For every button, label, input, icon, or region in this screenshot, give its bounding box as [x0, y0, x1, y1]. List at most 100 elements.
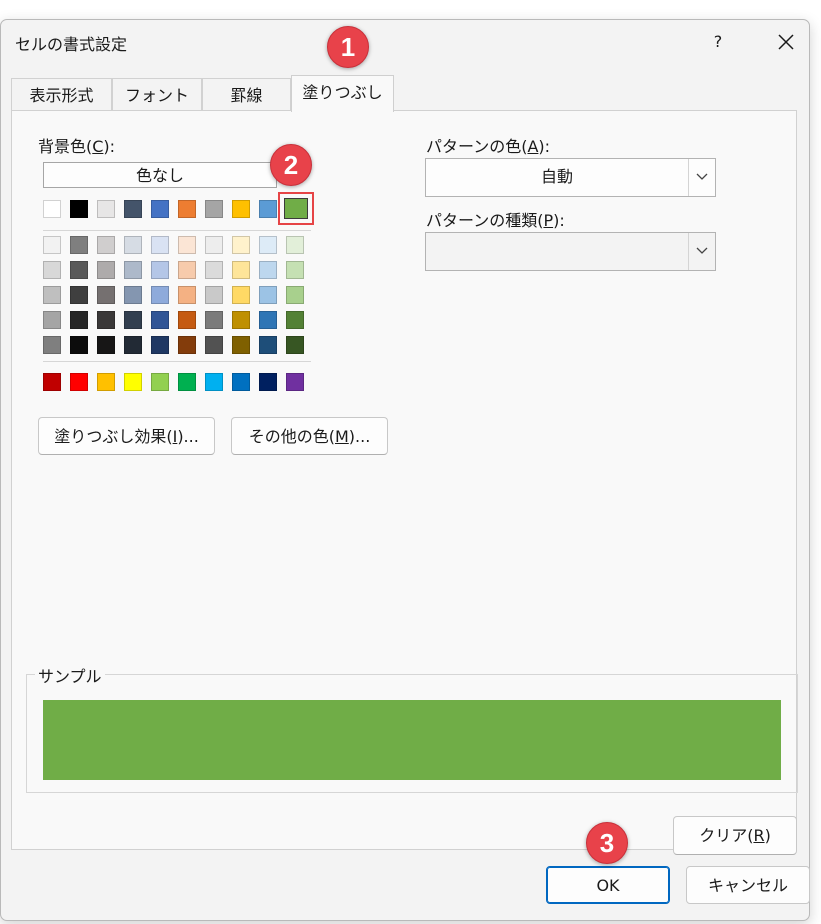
tab-number[interactable]: 表示形式 — [11, 78, 112, 111]
sample-label: サンプル — [35, 663, 105, 687]
color-swatch[interactable] — [178, 200, 196, 218]
color-swatch[interactable] — [124, 286, 142, 304]
color-swatch[interactable] — [124, 336, 142, 354]
pattern-color-value: 自動 — [540, 167, 573, 186]
dialog-title: セルの書式設定 — [15, 35, 128, 54]
color-swatch[interactable] — [286, 336, 304, 354]
color-swatch[interactable] — [43, 373, 61, 391]
tab-border[interactable]: 罫線 — [202, 78, 291, 111]
color-swatch[interactable] — [205, 261, 223, 279]
color-swatch[interactable] — [259, 236, 277, 254]
color-swatch[interactable] — [205, 373, 223, 391]
title-bar: セルの書式設定 ? — [1, 20, 809, 64]
pattern-style-label: パターンの種類(P): — [426, 211, 565, 230]
color-swatch[interactable] — [232, 373, 250, 391]
pattern-style-dropdown[interactable] — [425, 232, 716, 271]
color-swatch[interactable] — [286, 286, 304, 304]
no-color-button[interactable]: 色なし — [43, 162, 277, 188]
sample-group: サンプル — [26, 663, 798, 793]
color-swatch[interactable] — [259, 373, 277, 391]
color-swatch[interactable] — [124, 261, 142, 279]
color-swatch[interactable] — [151, 261, 169, 279]
color-swatch[interactable] — [259, 336, 277, 354]
color-swatch[interactable] — [151, 373, 169, 391]
color-swatch[interactable] — [97, 373, 115, 391]
fill-effects-button[interactable]: 塗りつぶし効果(I)... — [38, 417, 215, 455]
sample-preview — [43, 700, 781, 780]
color-swatch[interactable] — [178, 286, 196, 304]
color-swatch[interactable] — [124, 311, 142, 329]
chevron-down-icon[interactable] — [688, 233, 715, 270]
color-swatch[interactable] — [97, 311, 115, 329]
color-swatch[interactable] — [286, 311, 304, 329]
palette-divider — [43, 230, 311, 231]
color-swatch[interactable] — [70, 286, 88, 304]
tab-fill[interactable]: 塗りつぶし — [291, 75, 394, 112]
color-swatch[interactable] — [286, 261, 304, 279]
color-swatch[interactable] — [97, 200, 115, 218]
selected-swatch[interactable] — [284, 198, 308, 219]
color-swatch[interactable] — [205, 311, 223, 329]
help-icon[interactable]: ? — [704, 28, 732, 56]
color-swatch[interactable] — [43, 286, 61, 304]
color-swatch[interactable] — [70, 200, 88, 218]
color-swatch[interactable] — [97, 261, 115, 279]
color-swatch[interactable] — [205, 336, 223, 354]
chevron-down-icon[interactable] — [688, 159, 715, 196]
color-swatch[interactable] — [232, 236, 250, 254]
color-swatch[interactable] — [70, 311, 88, 329]
color-swatch[interactable] — [151, 286, 169, 304]
color-swatch[interactable] — [232, 286, 250, 304]
color-swatch[interactable] — [286, 236, 304, 254]
color-swatch[interactable] — [124, 236, 142, 254]
color-swatch[interactable] — [232, 311, 250, 329]
color-swatch[interactable] — [70, 236, 88, 254]
step-1-badge: 1 — [327, 26, 369, 68]
color-swatch[interactable] — [97, 336, 115, 354]
more-colors-button[interactable]: その他の色(M)... — [231, 417, 388, 455]
color-swatch[interactable] — [259, 200, 277, 218]
step-2-badge: 2 — [270, 144, 312, 186]
color-swatch[interactable] — [205, 236, 223, 254]
color-swatch[interactable] — [151, 311, 169, 329]
color-swatch[interactable] — [43, 311, 61, 329]
color-swatch[interactable] — [205, 200, 223, 218]
color-swatch[interactable] — [124, 200, 142, 218]
color-swatch[interactable] — [232, 261, 250, 279]
color-swatch[interactable] — [232, 200, 250, 218]
color-swatch[interactable] — [70, 261, 88, 279]
tab-font[interactable]: フォント — [112, 78, 202, 111]
color-swatch[interactable] — [151, 236, 169, 254]
color-swatch[interactable] — [151, 336, 169, 354]
color-swatch[interactable] — [70, 373, 88, 391]
palette-divider — [43, 361, 311, 362]
cancel-button[interactable]: キャンセル — [686, 866, 810, 904]
format-cells-dialog: セルの書式設定 ? 表示形式 フォント 罫線 塗りつぶし 背景色(C): 色なし… — [0, 19, 810, 921]
color-swatch[interactable] — [124, 373, 142, 391]
color-swatch[interactable] — [178, 261, 196, 279]
selected-swatch-highlight — [278, 192, 314, 225]
color-swatch[interactable] — [178, 336, 196, 354]
color-swatch[interactable] — [232, 336, 250, 354]
color-swatch[interactable] — [43, 261, 61, 279]
color-swatch[interactable] — [70, 336, 88, 354]
color-swatch[interactable] — [178, 236, 196, 254]
color-swatch[interactable] — [43, 236, 61, 254]
color-swatch[interactable] — [43, 200, 61, 218]
color-swatch[interactable] — [259, 261, 277, 279]
color-swatch[interactable] — [205, 286, 223, 304]
color-swatch[interactable] — [43, 336, 61, 354]
background-color-label: 背景色(C): — [38, 137, 116, 156]
clear-button[interactable]: クリア(R) — [673, 816, 797, 855]
color-swatch[interactable] — [97, 236, 115, 254]
color-swatch[interactable] — [97, 286, 115, 304]
color-swatch[interactable] — [151, 200, 169, 218]
color-swatch[interactable] — [286, 373, 304, 391]
pattern-color-dropdown[interactable]: 自動 — [425, 158, 716, 197]
color-swatch[interactable] — [178, 311, 196, 329]
ok-button[interactable]: OK — [546, 866, 670, 904]
close-icon[interactable] — [772, 28, 800, 56]
color-swatch[interactable] — [178, 373, 196, 391]
color-swatch[interactable] — [259, 311, 277, 329]
color-swatch[interactable] — [259, 286, 277, 304]
